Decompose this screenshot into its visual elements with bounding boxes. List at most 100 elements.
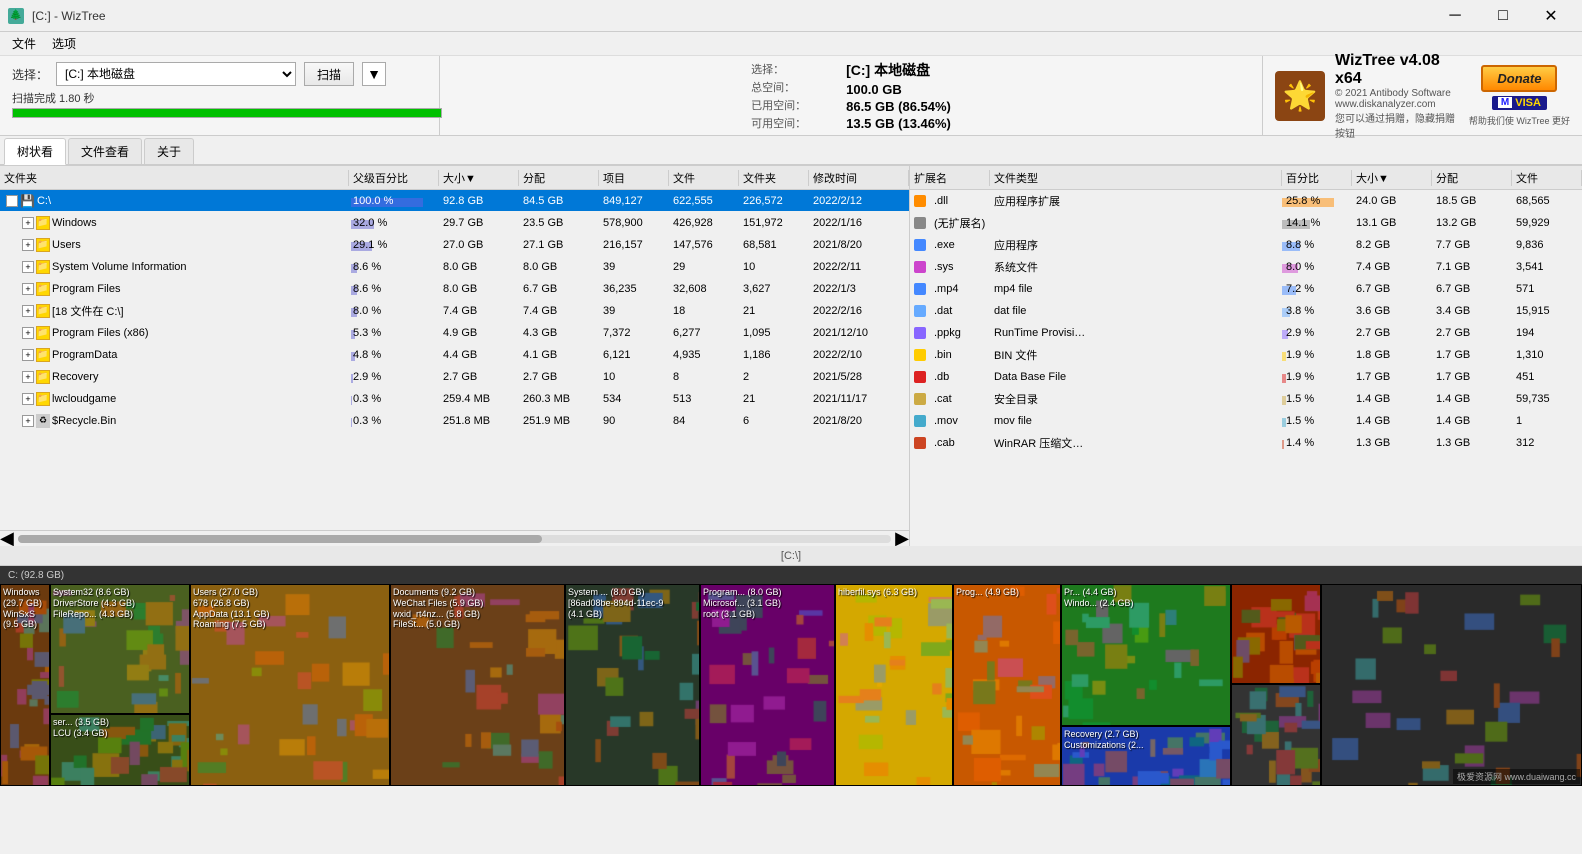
treemap-block[interactable]: System32 (8.6 GB) DriverStore (4.3 GB) F…: [50, 584, 190, 714]
treemap-area[interactable]: C: (92.8 GB)Windows (29.7 GB) WinSxS (9.…: [0, 566, 1582, 786]
tree-scrollbar[interactable]: ◀ ▶: [0, 530, 909, 546]
close-button[interactable]: ✕: [1528, 0, 1574, 32]
folders-cell: 6: [739, 415, 809, 427]
treemap-block[interactable]: Windows (29.7 GB) WinSxS (9.5 GB): [0, 584, 50, 786]
treemap-block[interactable]: [1231, 584, 1321, 684]
ft-col-ext[interactable]: 扩展名: [910, 170, 990, 186]
treemap-block[interactable]: Program... (8.0 GB) Microsof... (3.1 GB)…: [700, 584, 835, 786]
files-cell: 29: [669, 261, 739, 273]
treemap-block[interactable]: ser... (3.5 GB) LCU (3.4 GB): [50, 714, 190, 786]
table-row[interactable]: -💾C:\100.0 %92.8 GB84.5 GB849,127622,555…: [0, 190, 909, 212]
menu-file[interactable]: 文件: [4, 33, 44, 54]
scroll-left[interactable]: ◀: [0, 528, 14, 546]
table-row[interactable]: +📁Windows32.0 %29.7 GB23.5 GB578,900426,…: [0, 212, 909, 234]
ft-col-type[interactable]: 文件类型: [990, 170, 1282, 186]
expand-button[interactable]: +: [22, 415, 34, 427]
treemap-block[interactable]: [1231, 684, 1321, 786]
scan-button[interactable]: 扫描: [304, 62, 354, 86]
menu-options[interactable]: 选项: [44, 33, 84, 54]
ft-files-cell: 59,929: [1512, 217, 1582, 229]
list-item[interactable]: .exe应用程序8.8 %8.2 GB7.7 GB9,836: [910, 234, 1582, 256]
list-item[interactable]: (无扩展名)14.1 %13.1 GB13.2 GB59,929: [910, 212, 1582, 234]
donate-button[interactable]: Donate: [1481, 65, 1557, 92]
col-items[interactable]: 项目: [599, 170, 669, 186]
expand-button[interactable]: +: [22, 371, 34, 383]
ft-col-files[interactable]: 文件: [1512, 170, 1582, 186]
alloc-cell: 4.1 GB: [519, 349, 599, 361]
treemap-texture: [1062, 727, 1231, 786]
folder-name: Recovery: [52, 371, 98, 383]
type-cell: 系统文件: [990, 259, 1282, 275]
col-folders[interactable]: 文件夹: [739, 170, 809, 186]
progress-bar: [13, 109, 441, 117]
table-row[interactable]: +📁Program Files (x86)5.3 %4.9 GB4.3 GB7,…: [0, 322, 909, 344]
list-item[interactable]: .dbData Base File1.9 %1.7 GB1.7 GB451: [910, 366, 1582, 388]
expand-button[interactable]: +: [22, 305, 34, 317]
used-value: 86.5 GB (86.54%): [846, 99, 951, 114]
scroll-track[interactable]: [18, 535, 891, 543]
expand-button[interactable]: +: [22, 349, 34, 361]
treemap-block[interactable]: Pr... (4.4 GB) Windo... (2.4 GB): [1061, 584, 1231, 726]
scroll-thumb[interactable]: [18, 535, 542, 543]
list-item[interactable]: .ppkgRunTime Provisi…2.9 %2.7 GB2.7 GB19…: [910, 322, 1582, 344]
list-item[interactable]: .sys系统文件8.0 %7.4 GB7.1 GB3,541: [910, 256, 1582, 278]
ft-files-cell: 312: [1512, 437, 1582, 449]
ft-body[interactable]: .dll应用程序扩展25.8 %24.0 GB18.5 GB68,565(无扩展…: [910, 190, 1582, 546]
expand-button[interactable]: +: [22, 393, 34, 405]
table-row[interactable]: +📁[18 文件在 C:\]8.0 %7.4 GB7.4 GB391821202…: [0, 300, 909, 322]
modified-cell: 2021/11/17: [809, 393, 909, 405]
col-modified[interactable]: 修改时间: [809, 170, 909, 186]
list-item[interactable]: .dll应用程序扩展25.8 %24.0 GB18.5 GB68,565: [910, 190, 1582, 212]
ft-alloc-cell: 1.3 GB: [1432, 437, 1512, 449]
tab-tree-view[interactable]: 树状看: [4, 138, 66, 165]
treemap-block[interactable]: [1321, 584, 1582, 786]
table-row[interactable]: +📁Users29.1 %27.0 GB27.1 GB216,157147,57…: [0, 234, 909, 256]
modified-cell: 2022/2/12: [809, 195, 909, 207]
treemap-block[interactable]: Recovery (2.7 GB) Customizations (2...: [1061, 726, 1231, 786]
col-folder[interactable]: 文件夹: [0, 170, 349, 186]
tree-body[interactable]: -💾C:\100.0 %92.8 GB84.5 GB849,127622,555…: [0, 190, 909, 530]
expand-button[interactable]: +: [22, 239, 34, 251]
treemap-block[interactable]: Users (27.0 GB) 678 (26.8 GB) AppData (1…: [190, 584, 390, 786]
table-row[interactable]: +📁Program Files8.6 %8.0 GB6.7 GB36,23532…: [0, 278, 909, 300]
scroll-right[interactable]: ▶: [895, 528, 909, 546]
tab-about[interactable]: 关于: [144, 138, 194, 164]
expand-button[interactable]: +: [22, 217, 34, 229]
expand-button[interactable]: +: [22, 327, 34, 339]
treemap-block[interactable]: Prog... (4.9 GB): [953, 584, 1061, 786]
minimize-button[interactable]: ─: [1432, 0, 1478, 32]
list-item[interactable]: .mp4mp4 file7.2 %6.7 GB6.7 GB571: [910, 278, 1582, 300]
col-size[interactable]: 大小▼: [439, 170, 519, 186]
tab-file-view[interactable]: 文件查看: [68, 138, 142, 164]
drive-select[interactable]: [C:] 本地磁盘: [56, 62, 296, 86]
treemap-block[interactable]: hiberfil.sys (6.3 GB): [835, 584, 953, 786]
treemap-texture: [1232, 685, 1321, 786]
type-cell: BIN 文件: [990, 347, 1282, 363]
col-alloc[interactable]: 分配: [519, 170, 599, 186]
table-row[interactable]: +📁ProgramData4.8 %4.4 GB4.1 GB6,1214,935…: [0, 344, 909, 366]
ft-col-alloc[interactable]: 分配: [1432, 170, 1512, 186]
maximize-button[interactable]: □: [1480, 0, 1526, 32]
ft-col-size[interactable]: 大小▼: [1352, 170, 1432, 186]
expand-button[interactable]: +: [22, 283, 34, 295]
expand-button[interactable]: -: [6, 195, 18, 207]
table-row[interactable]: +📁lwcloudgame0.3 %259.4 MB260.3 MB534513…: [0, 388, 909, 410]
table-row[interactable]: +📁System Volume Information8.6 %8.0 GB8.…: [0, 256, 909, 278]
filter-button[interactable]: ▼: [362, 62, 386, 86]
list-item[interactable]: .movmov file1.5 %1.4 GB1.4 GB1: [910, 410, 1582, 432]
table-row[interactable]: +♻$Recycle.Bin0.3 %251.8 MB251.9 MB90846…: [0, 410, 909, 432]
ft-size-cell: 13.1 GB: [1352, 217, 1432, 229]
treemap-texture: [391, 585, 565, 786]
table-row[interactable]: +📁Recovery2.9 %2.7 GB2.7 GB10822021/5/28: [0, 366, 909, 388]
list-item[interactable]: .binBIN 文件1.9 %1.8 GB1.7 GB1,310: [910, 344, 1582, 366]
col-files[interactable]: 文件: [669, 170, 739, 186]
list-item[interactable]: .cabWinRAR 压缩文…1.4 %1.3 GB1.3 GB312: [910, 432, 1582, 454]
ft-col-pct[interactable]: 百分比: [1282, 170, 1352, 186]
list-item[interactable]: .datdat file3.8 %3.6 GB3.4 GB15,915: [910, 300, 1582, 322]
expand-button[interactable]: +: [22, 261, 34, 273]
list-item[interactable]: .cat安全目录1.5 %1.4 GB1.4 GB59,735: [910, 388, 1582, 410]
breadcrumb-text: [C:\]: [781, 550, 801, 562]
treemap-block[interactable]: Documents (9.2 GB) WeChat Files (5.9 GB)…: [390, 584, 565, 786]
treemap-block[interactable]: System ... (8.0 GB) [86ad08be-894d-11ec-…: [565, 584, 700, 786]
col-pct[interactable]: 父级百分比: [349, 170, 439, 186]
